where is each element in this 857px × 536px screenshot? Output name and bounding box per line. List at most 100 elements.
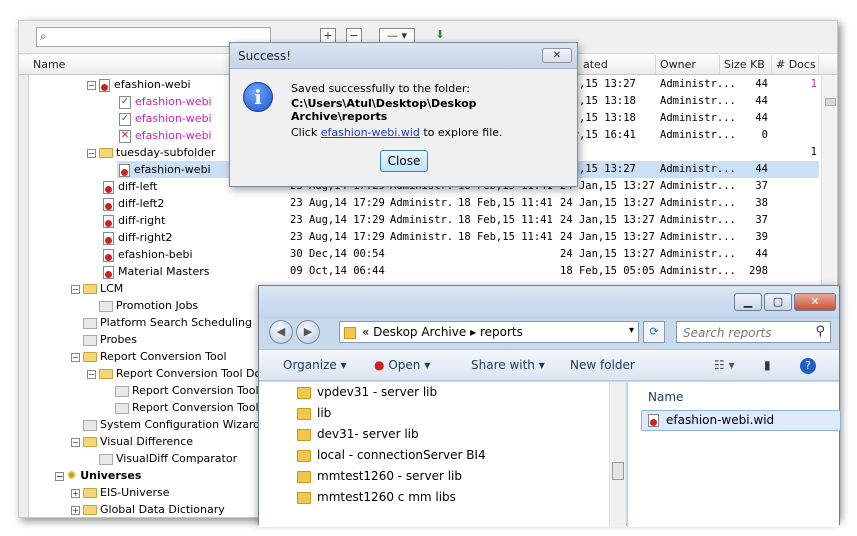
row-name: diff-left bbox=[118, 180, 158, 193]
row-name: Material Masters bbox=[118, 265, 210, 278]
address-bar[interactable]: « Deskop Archive ▸ reports ▾ bbox=[339, 321, 639, 343]
open-icon: ● bbox=[374, 358, 385, 372]
folder-icon bbox=[99, 369, 113, 379]
row-name: tuesday-subfolder bbox=[116, 146, 216, 159]
close-window-button[interactable]: ✕ bbox=[794, 293, 836, 311]
error-doc-icon: ✕ bbox=[119, 129, 131, 143]
dialog-titlebar: Success! ✕ bbox=[230, 43, 577, 69]
organize-button[interactable]: Organize ▾ bbox=[283, 358, 347, 372]
folder-icon bbox=[83, 437, 97, 447]
folder-icon bbox=[83, 419, 97, 431]
dialog-message: Saved successfully to the folder: bbox=[291, 82, 471, 95]
breadcrumb-overflow[interactable]: « bbox=[362, 325, 369, 339]
collapse-icon[interactable]: − bbox=[71, 437, 80, 447]
folder-item[interactable]: mmtest1260 - server lib bbox=[297, 466, 462, 487]
date-cell: 23 Aug,14 17:29 bbox=[290, 231, 385, 243]
created-cell: 18 Feb,15 05:05 bbox=[560, 265, 655, 277]
row-name: Platform Search Scheduling bbox=[100, 316, 252, 329]
dialog-close-x-button[interactable]: ✕ bbox=[542, 48, 572, 63]
webi-doc-icon bbox=[103, 248, 114, 262]
search-icon: ⚲ bbox=[815, 324, 825, 339]
name-column-header[interactable]: Name bbox=[648, 390, 683, 404]
expand-icon[interactable]: + bbox=[71, 505, 80, 515]
collapse-icon[interactable]: − bbox=[87, 80, 96, 90]
nav-scrollbar[interactable] bbox=[609, 382, 626, 527]
folder-item[interactable]: lib bbox=[297, 403, 331, 424]
col-created[interactable]: ated bbox=[579, 55, 656, 75]
scroll-thumb[interactable] bbox=[612, 462, 624, 480]
open-button[interactable]: ● Open ▾ bbox=[374, 358, 430, 372]
folder-icon bbox=[297, 449, 311, 462]
row-name: Universes bbox=[80, 469, 142, 482]
file-link[interactable]: efashion-webi.wid bbox=[321, 126, 420, 139]
user-cell: Administr... bbox=[390, 231, 452, 243]
navigation-pane: vpdev31 - server lib lib dev31- server l… bbox=[259, 382, 626, 527]
folder-item[interactable]: mmtest1260 c mm libs bbox=[297, 487, 456, 508]
preview-pane-icon[interactable]: ▮ bbox=[764, 358, 771, 372]
file-item-selected[interactable]: efashion-webi.wid bbox=[641, 410, 841, 431]
collapse-icon[interactable]: − bbox=[87, 369, 96, 379]
row-name: LCM bbox=[100, 282, 124, 295]
collapse-icon[interactable]: − bbox=[87, 148, 96, 158]
row-name: efashion-bebi bbox=[118, 248, 193, 261]
explorer-titlebar: ▁ ▢ ✕ bbox=[259, 286, 839, 319]
dialog-path: C:\Users\Atul\Desktop\Deskop Archive\rep… bbox=[291, 97, 477, 123]
table-row[interactable]: Material Masters 09 Oct,14 06:44 18 Feb,… bbox=[19, 263, 819, 280]
webi-doc-icon bbox=[103, 265, 114, 279]
col-size[interactable]: Size KB bbox=[720, 55, 772, 75]
table-row[interactable]: efashion-bebi 30 Dec,14 00:54 24 Jan,15 … bbox=[19, 246, 819, 263]
size-cell: 44 bbox=[755, 112, 768, 124]
col-owner[interactable]: Owner bbox=[656, 55, 720, 75]
scroll-thumb[interactable] bbox=[825, 98, 836, 106]
webi-doc-icon bbox=[103, 180, 114, 194]
created-cell: 24 Jan,15 13:27 bbox=[560, 214, 655, 226]
maximize-button[interactable]: ▢ bbox=[764, 293, 792, 311]
table-row[interactable]: diff-right 23 Aug,14 17:29 Administr... … bbox=[19, 212, 819, 229]
date-cell: 23 Aug,14 17:29 bbox=[290, 197, 385, 209]
row-name: EIS-Universe bbox=[100, 486, 170, 499]
folder-label: mmtest1260 c mm libs bbox=[317, 490, 456, 504]
folder-icon bbox=[344, 326, 356, 339]
expand-icon[interactable]: + bbox=[71, 488, 80, 498]
breadcrumb-item[interactable]: reports bbox=[480, 325, 523, 339]
date-cell: 18 Feb,15 11:41 bbox=[458, 197, 553, 209]
col-docs[interactable]: # Docs bbox=[772, 55, 819, 75]
back-button[interactable]: ◀ bbox=[269, 320, 293, 344]
success-dialog: Success! ✕ i Saved successfully to the f… bbox=[229, 42, 578, 187]
file-list-pane: Name efashion-webi.wid bbox=[627, 382, 841, 527]
folder-label: dev31- server lib bbox=[317, 427, 419, 441]
help-icon[interactable]: ? bbox=[800, 358, 816, 374]
row-name: Probes bbox=[100, 333, 137, 346]
chevron-right-icon: ▸ bbox=[470, 325, 477, 339]
folder-item[interactable]: vpdev31 - server lib bbox=[297, 382, 437, 403]
date-cell: 09 Oct,14 06:44 bbox=[290, 265, 385, 277]
collapse-icon[interactable]: − bbox=[55, 471, 64, 481]
table-row[interactable]: diff-left2 23 Aug,14 17:29 Administr... … bbox=[19, 195, 819, 212]
row-name: Promotion Jobs bbox=[116, 299, 199, 312]
row-name: efashion-webi bbox=[135, 129, 212, 142]
webi-file-icon bbox=[648, 414, 659, 427]
folder-icon bbox=[115, 402, 129, 414]
table-row[interactable]: diff-right2 23 Aug,14 17:29 Administr...… bbox=[19, 229, 819, 246]
folder-item[interactable]: dev31- server lib bbox=[297, 424, 419, 445]
date-cell: 18 Feb,15 11:41 bbox=[458, 231, 553, 243]
close-button[interactable]: Close bbox=[380, 150, 428, 172]
refresh-button[interactable]: ⟳ bbox=[643, 321, 665, 343]
webi-doc-icon bbox=[99, 78, 110, 92]
forward-button[interactable]: ▶ bbox=[296, 320, 320, 344]
folder-item[interactable]: local - connectionServer BI4 bbox=[297, 445, 486, 466]
minimize-button[interactable]: ▁ bbox=[734, 293, 762, 311]
collapse-icon[interactable]: − bbox=[71, 284, 80, 294]
dialog-link-line: Click efashion-webi.wid to explore file. bbox=[291, 126, 503, 139]
search-box[interactable]: Search reports ⚲ bbox=[676, 321, 831, 343]
new-folder-button[interactable]: New folder bbox=[570, 358, 635, 372]
breadcrumb-item[interactable]: Deskop Archive bbox=[373, 325, 466, 339]
row-name: efashion-webi bbox=[135, 112, 212, 125]
size-cell: 44 bbox=[755, 248, 768, 260]
link-suffix: to explore file. bbox=[419, 126, 503, 139]
collapse-icon[interactable]: − bbox=[71, 352, 80, 362]
date-cell: 30 Dec,14 00:54 bbox=[290, 248, 385, 260]
share-with-button[interactable]: Share with ▾ bbox=[471, 358, 545, 372]
chevron-down-icon[interactable]: ▾ bbox=[629, 325, 634, 336]
view-options-icon[interactable]: ☷ ▾ bbox=[714, 358, 735, 372]
